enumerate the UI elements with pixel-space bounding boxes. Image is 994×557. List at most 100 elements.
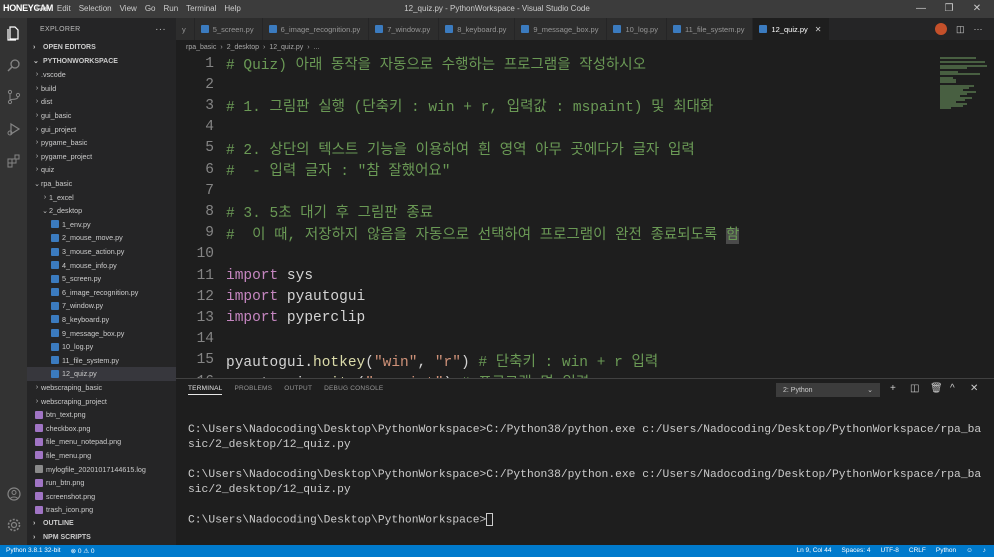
file-item[interactable]: file_menu.png <box>27 449 176 463</box>
file-item[interactable]: 12_quiz.py <box>27 367 176 381</box>
tab-10_log-py[interactable]: 10_log.py <box>607 18 667 40</box>
code-editor[interactable]: 1 # Quiz) 아래 동작을 자동으로 수행하는 프로그램을 작성하시오 2 3 #… <box>176 53 934 378</box>
breadcrumb-item[interactable]: 12_quiz.py <box>269 44 303 51</box>
file-item[interactable]: btn_text.png <box>27 408 176 422</box>
folder-item[interactable]: › pygame_basic <box>27 136 176 150</box>
file-item[interactable]: file_menu_notepad.png <box>27 435 176 449</box>
menu-item-terminal[interactable]: Terminal <box>186 4 216 13</box>
line-code: pyautogui.write("mspaint") # 프로그램 명 입력 <box>226 371 589 378</box>
menu-item-go[interactable]: Go <box>145 4 156 13</box>
menu-item-run[interactable]: Run <box>163 4 178 13</box>
file-item[interactable]: 5_screen.py <box>27 272 176 286</box>
problems-count[interactable]: ⊗ 0 ⚠ 0 <box>71 547 95 555</box>
code-token: pyautogui. <box>226 354 314 371</box>
panel-tab-debug-console[interactable]: DEBUG CONSOLE <box>324 385 383 395</box>
folder-item[interactable]: › dist <box>27 95 176 109</box>
end-of-line[interactable]: CRLF <box>909 547 926 554</box>
python-file-icon <box>51 247 59 256</box>
close-tab-icon[interactable]: ✕ <box>815 25 822 34</box>
editor-actions: ◫ ··· <box>900 18 994 40</box>
tab-6_image_recognition-py[interactable]: 6_image_recognition.py <box>262 18 370 40</box>
file-item[interactable]: run_btn.png <box>27 476 176 490</box>
file-item[interactable]: 2_mouse_move.py <box>27 231 176 245</box>
open-editors-section[interactable]: › OPEN EDITORS <box>27 40 176 54</box>
folder-item[interactable]: › build <box>27 82 176 96</box>
split-editor-icon[interactable]: ◫ <box>956 24 965 35</box>
source-control-icon[interactable] <box>0 84 27 110</box>
settings-gear-icon[interactable] <box>0 512 27 538</box>
language-mode[interactable]: Python <box>936 547 956 554</box>
file-item[interactable]: 1_env.py <box>27 218 176 232</box>
extensions-icon[interactable] <box>0 148 27 174</box>
split-terminal-icon[interactable]: ◫ <box>910 383 919 394</box>
close-window-icon[interactable]: ✕ <box>970 2 984 16</box>
encoding[interactable]: UTF-8 <box>880 547 898 554</box>
panel-tab-terminal[interactable]: TERMINAL <box>188 385 223 395</box>
panel-tab-output[interactable]: OUTPUT <box>284 385 312 395</box>
close-panel-icon[interactable]: ✕ <box>970 383 978 394</box>
file-item[interactable]: 10_log.py <box>27 340 176 354</box>
menu-item-file[interactable]: File <box>36 4 49 13</box>
outline-section[interactable]: › OUTLINE <box>27 516 176 530</box>
breadcrumb-item[interactable]: rpa_basic <box>186 44 216 51</box>
terminal-output[interactable]: C:\Users\Nadocoding\Desktop\PythonWorksp… <box>188 423 981 528</box>
tab-y[interactable]: y <box>176 18 195 40</box>
bell-icon[interactable]: ♪ <box>983 547 986 554</box>
more-actions-icon[interactable]: ··· <box>155 24 166 35</box>
new-terminal-icon[interactable]: + <box>890 383 896 394</box>
tab-5_screen-py[interactable]: 5_screen.py <box>194 18 263 40</box>
menu-item-help[interactable]: Help <box>224 4 240 13</box>
folder-item[interactable]: › gui_basic <box>27 109 176 123</box>
search-icon[interactable] <box>0 52 27 78</box>
breadcrumb-item[interactable]: ... <box>314 44 320 51</box>
folder-item[interactable]: › quiz <box>27 163 176 177</box>
folder-item[interactable]: ⌄ 2_desktop <box>27 204 176 218</box>
workspace-section[interactable]: ⌄ PYTHONWORKSPACE <box>27 54 176 68</box>
line-number: 4 <box>205 119 214 136</box>
maximize-panel-icon[interactable]: ^ <box>950 383 955 394</box>
file-item[interactable]: checkbox.png <box>27 421 176 435</box>
cursor-position[interactable]: Ln 9, Col 44 <box>796 547 831 554</box>
file-item[interactable]: 11_file_system.py <box>27 353 176 367</box>
tab-11_file_system-py[interactable]: 11_file_system.py <box>666 18 754 40</box>
run-python-file-button[interactable] <box>935 23 947 35</box>
menu-item-selection[interactable]: Selection <box>79 4 112 13</box>
folder-item[interactable]: › gui_project <box>27 122 176 136</box>
restore-icon[interactable]: ❐ <box>942 2 956 16</box>
breadcrumb-item[interactable]: 2_desktop <box>227 44 259 51</box>
file-item[interactable]: screenshot.png <box>27 489 176 503</box>
file-item[interactable]: 3_mouse_action.py <box>27 245 176 259</box>
minimize-icon[interactable]: — <box>914 2 928 16</box>
tab-9_message_box-py[interactable]: 9_message_box.py <box>515 18 608 40</box>
file-item[interactable]: mylogfile_20201017144615.log <box>27 462 176 476</box>
panel-tab-problems[interactable]: PROBLEMS <box>234 385 272 395</box>
feedback-icon[interactable]: ☺ <box>966 547 973 554</box>
file-item[interactable]: 4_mouse_info.py <box>27 258 176 272</box>
account-icon[interactable] <box>0 481 27 507</box>
folder-item[interactable]: › webscraping_basic <box>27 381 176 395</box>
folder-item[interactable]: ⌄ rpa_basic <box>27 177 176 191</box>
file-item[interactable]: 8_keyboard.py <box>27 313 176 327</box>
indentation[interactable]: Spaces: 4 <box>842 547 871 554</box>
file-item[interactable]: 9_message_box.py <box>27 326 176 340</box>
trash-icon[interactable]: 🗑 <box>930 383 943 394</box>
folder-item[interactable]: › webscraping_project <box>27 394 176 408</box>
file-item[interactable]: 7_window.py <box>27 299 176 313</box>
menu-item-view[interactable]: View <box>120 4 137 13</box>
tab-7_window-py[interactable]: 7_window.py <box>369 18 440 40</box>
run-debug-icon[interactable] <box>0 116 27 142</box>
folder-item[interactable]: › 1_excel <box>27 190 176 204</box>
file-item[interactable]: trash_icon.png <box>27 503 176 517</box>
python-interpreter[interactable]: Python 3.8.1 32-bit <box>6 547 61 555</box>
menu-item-edit[interactable]: Edit <box>57 4 71 13</box>
file-item[interactable]: 6_image_recognition.py <box>27 286 176 300</box>
minimap[interactable] <box>934 53 994 378</box>
more-actions-icon[interactable]: ··· <box>974 24 983 34</box>
terminal-select[interactable]: 2: Python ⌄ <box>776 383 880 397</box>
tab-12_quiz-py[interactable]: 12_quiz.py ✕ <box>753 18 831 40</box>
tab-8_keyboard-py[interactable]: 8_keyboard.py <box>439 18 516 40</box>
folder-item[interactable]: › .vscode <box>27 68 176 82</box>
explorer-icon[interactable] <box>0 20 27 46</box>
folder-item[interactable]: › pygame_project <box>27 150 176 164</box>
npm-scripts-section[interactable]: › NPM SCRIPTS <box>27 530 176 544</box>
